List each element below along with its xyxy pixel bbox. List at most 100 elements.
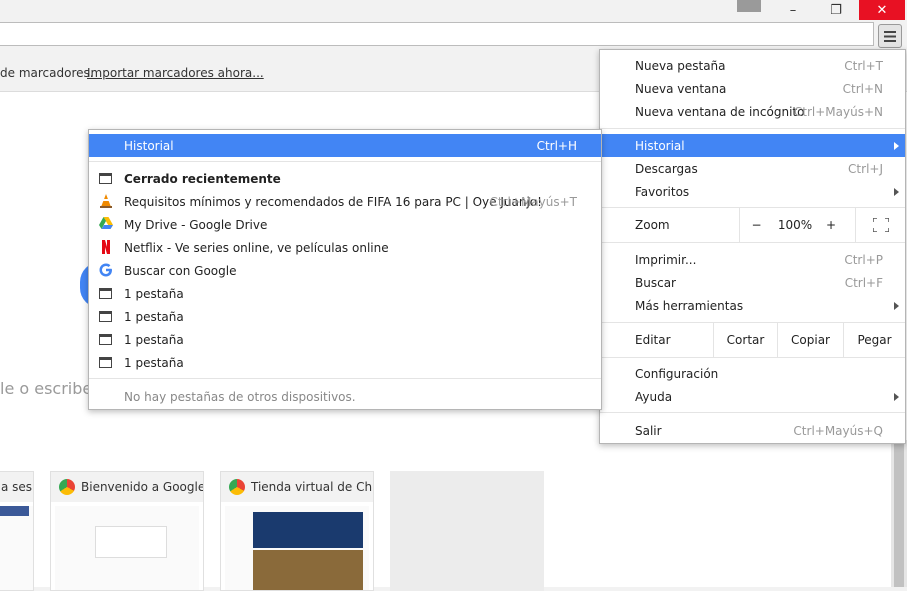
menu-item-label: Favoritos xyxy=(635,184,690,199)
menu-item-shortcut: Ctrl+N xyxy=(842,81,883,96)
menu-item-label: Nueva pestaña xyxy=(635,58,726,73)
chrome-menu: Nueva pestaña Ctrl+T Nueva ventana Ctrl+… xyxy=(599,49,906,444)
menu-item-exit[interactable]: Salir Ctrl+Mayús+Q xyxy=(600,419,905,442)
minimize-button[interactable]: – xyxy=(770,0,816,20)
history-submenu-item-history[interactable]: Historial Ctrl+H xyxy=(89,134,601,157)
menu-item-label: Nueva ventana de incógnito xyxy=(635,104,805,119)
tab-icon xyxy=(99,288,112,299)
menu-item-more-tools[interactable]: Más herramientas xyxy=(600,294,905,317)
tile-thumbnail xyxy=(55,506,199,590)
history-entry-label: Requisitos mínimos y recomendados de FIF… xyxy=(124,194,542,209)
tab-icon xyxy=(99,334,112,345)
history-entry-label: Netflix - Ve series online, ve películas… xyxy=(124,240,389,255)
most-visited-tile[interactable]: a sesi xyxy=(0,471,34,591)
zoom-row: Zoom − 100% + xyxy=(600,208,905,242)
menu-item-shortcut: Ctrl+F xyxy=(844,275,883,290)
submenu-heading-label: Cerrado recientemente xyxy=(124,171,281,186)
tile-thumbnail xyxy=(225,506,369,590)
scrollbar-thumb[interactable] xyxy=(894,440,904,587)
history-entry[interactable]: 1 pestaña xyxy=(89,328,601,351)
menu-item-bookmarks[interactable]: Favoritos xyxy=(600,180,905,203)
menu-item-incognito[interactable]: Nueva ventana de incógnito Ctrl+Mayús+N xyxy=(600,100,905,123)
zoom-level: 100% xyxy=(777,218,813,232)
google-icon xyxy=(99,263,113,277)
history-entry[interactable]: Requisitos mínimos y recomendados de FIF… xyxy=(89,190,601,213)
vlc-cone-icon xyxy=(99,194,113,208)
history-entry-label: 1 pestaña xyxy=(124,309,184,324)
menu-item-label: Imprimir... xyxy=(635,252,697,267)
menu-divider xyxy=(600,412,905,413)
maximize-button[interactable]: ❐ xyxy=(813,0,859,20)
history-entry[interactable]: 1 pestaña xyxy=(89,305,601,328)
other-devices-note: No hay pestañas de otros dispositivos. xyxy=(89,385,601,408)
fullscreen-icon xyxy=(872,218,889,232)
history-entry-label: My Drive - Google Drive xyxy=(124,217,268,232)
other-devices-label: No hay pestañas de otros dispositivos. xyxy=(124,389,356,404)
close-button[interactable]: ✕ xyxy=(859,0,905,20)
menu-item-label: Historial xyxy=(635,138,685,153)
tile-thumbnail xyxy=(0,506,33,590)
history-entry-shortcut: Ctrl+Mayús+T xyxy=(489,194,577,209)
menu-item-downloads[interactable]: Descargas Ctrl+J xyxy=(600,157,905,180)
chevron-right-icon xyxy=(894,301,899,310)
edit-row: Editar Cortar Copiar Pegar xyxy=(600,323,905,357)
history-entry[interactable]: 1 pestaña xyxy=(89,282,601,305)
menu-item-print[interactable]: Imprimir... Ctrl+P xyxy=(600,248,905,271)
history-entry-label: Buscar con Google xyxy=(124,263,237,278)
menu-item-label: Configuración xyxy=(635,366,719,381)
menu-item-label: Descargas xyxy=(635,161,698,176)
zoom-label: Zoom xyxy=(635,218,670,232)
history-entry-label: 1 pestaña xyxy=(124,286,184,301)
history-entry[interactable]: Netflix - Ve series online, ve películas… xyxy=(89,236,601,259)
menu-item-label: Salir xyxy=(635,423,662,438)
fullscreen-button[interactable] xyxy=(855,208,905,242)
menu-item-history[interactable]: Historial xyxy=(600,134,905,157)
chrome-menu-button[interactable] xyxy=(878,24,902,48)
chevron-right-icon xyxy=(894,392,899,401)
history-submenu: Historial Ctrl+H Cerrado recientemente R… xyxy=(88,129,602,410)
tab-icon xyxy=(99,311,112,322)
history-entry-label: 1 pestaña xyxy=(124,355,184,370)
menu-item-new-window[interactable]: Nueva ventana Ctrl+N xyxy=(600,77,905,100)
menu-item-label: Nueva ventana xyxy=(635,81,727,96)
chevron-right-icon xyxy=(894,187,899,196)
copy-button[interactable]: Copiar xyxy=(777,323,843,357)
history-entry[interactable]: 1 pestaña xyxy=(89,351,601,374)
import-bookmarks-link[interactable]: Importar marcadores ahora... xyxy=(87,66,264,80)
tab-icon xyxy=(99,357,112,368)
chrome-web-store-icon xyxy=(229,479,245,495)
menu-item-label: Ayuda xyxy=(635,389,673,404)
menu-divider xyxy=(600,242,905,243)
menu-item-help[interactable]: Ayuda xyxy=(600,385,905,408)
most-visited-tile[interactable]: Bienvenido a Google xyxy=(50,471,204,591)
address-bar[interactable] xyxy=(0,22,874,46)
menu-divider xyxy=(600,357,905,358)
paste-button[interactable]: Pegar xyxy=(843,323,905,357)
tile-title: a sesi xyxy=(0,472,33,502)
profile-icon[interactable] xyxy=(737,0,761,12)
zoom-in-button[interactable]: + xyxy=(817,208,845,242)
menu-item-new-tab[interactable]: Nueva pestaña Ctrl+T xyxy=(600,54,905,77)
submenu-item-label: Historial xyxy=(124,138,174,153)
menu-item-label: Buscar xyxy=(635,275,676,290)
history-entry[interactable]: My Drive - Google Drive xyxy=(89,213,601,236)
bookmarks-bar-text: de marcadores. xyxy=(0,66,94,80)
menu-item-label: Más herramientas xyxy=(635,298,744,313)
submenu-item-shortcut: Ctrl+H xyxy=(536,138,577,153)
menu-item-find[interactable]: Buscar Ctrl+F xyxy=(600,271,905,294)
menu-item-shortcut: Ctrl+J xyxy=(848,161,883,176)
recently-closed-heading: Cerrado recientemente xyxy=(89,167,601,190)
cut-button[interactable]: Cortar xyxy=(713,323,777,357)
history-entry[interactable]: Buscar con Google xyxy=(89,259,601,282)
menu-divider xyxy=(89,378,601,379)
menu-item-settings[interactable]: Configuración xyxy=(600,362,905,385)
most-visited-tile[interactable]: Tienda virtual de Chro xyxy=(220,471,374,591)
menu-item-shortcut: Ctrl+T xyxy=(844,58,883,73)
google-drive-icon xyxy=(99,217,113,231)
hamburger-icon xyxy=(884,30,896,42)
empty-tile xyxy=(390,471,544,591)
netflix-icon xyxy=(99,240,113,254)
chevron-right-icon xyxy=(894,141,899,150)
menu-item-shortcut: Ctrl+Mayús+N xyxy=(793,104,883,119)
zoom-out-button[interactable]: − xyxy=(739,208,773,242)
